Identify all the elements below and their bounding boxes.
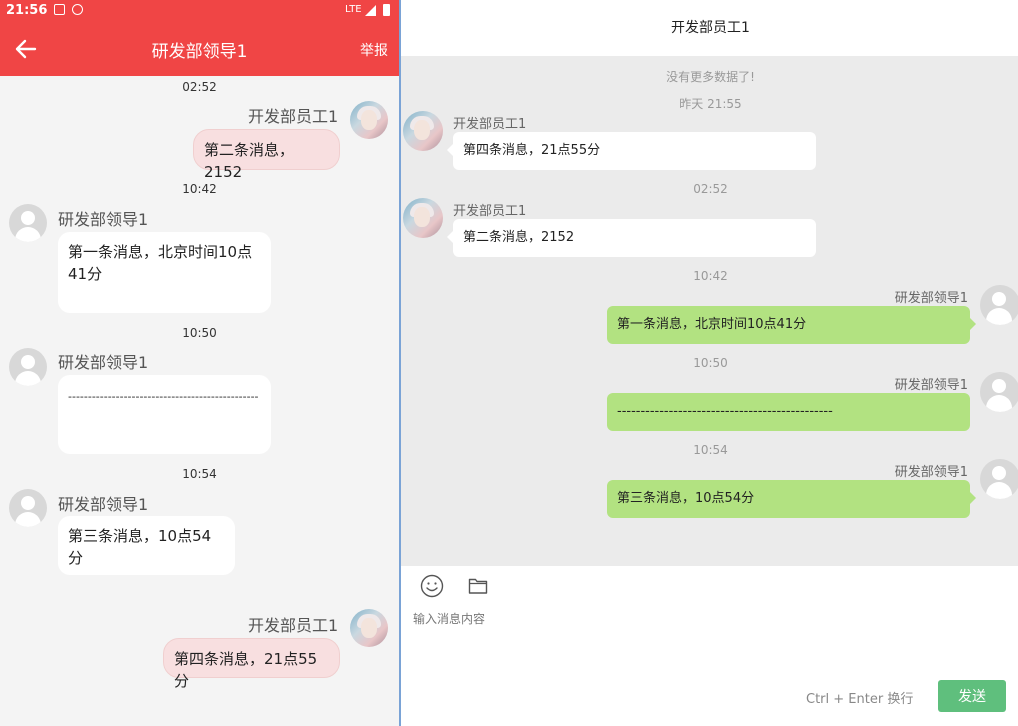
sender-name: 研发部领导1: [894, 465, 968, 480]
sender-name: 开发部员工1: [453, 204, 527, 219]
report-button[interactable]: 举报: [360, 40, 388, 60]
message-bubble[interactable]: 第一条消息，北京时间10点41分: [607, 306, 976, 344]
status-bar: 21:56 LTE: [0, 0, 399, 22]
message-timestamp: 02:52: [182, 80, 217, 94]
app-notification-icon: [72, 4, 83, 15]
desktop-chat-window: 开发部员工1 没有更多数据了! 昨天 21:55 开发部员工1 第四条消息，21…: [399, 0, 1018, 726]
message-timestamp: 10:50: [693, 356, 728, 370]
message-bubble[interactable]: ----------------------------------------…: [58, 375, 271, 454]
avatar[interactable]: [980, 459, 1018, 499]
sender-name: 研发部领导1: [58, 495, 149, 514]
message-input[interactable]: [413, 610, 1003, 690]
app-bar: 研发部领导1 举报: [0, 22, 399, 76]
message-bubble[interactable]: ----------------------------------------…: [607, 393, 970, 431]
message-bubble[interactable]: 第二条消息，2152: [193, 129, 340, 181]
mobile-chat-screen: 21:56 LTE 研发部领导1 举报 02:52 开发部员工1 第二条消息，2…: [0, 0, 399, 726]
folder-icon[interactable]: [468, 577, 488, 595]
message-bubble[interactable]: 第一条消息，北京时间10点41分: [58, 232, 271, 313]
sender-name: 研发部领导1: [58, 353, 149, 372]
message-timestamp: 10:42: [693, 269, 728, 283]
avatar[interactable]: [350, 609, 388, 647]
sender-name: 研发部领导1: [58, 210, 149, 229]
sender-name: 研发部领导1: [894, 378, 968, 393]
message-timestamp: 10:50: [182, 326, 217, 340]
avatar[interactable]: [403, 111, 443, 151]
avatar[interactable]: [9, 348, 47, 386]
message-timestamp: 02:52: [693, 182, 728, 196]
message-composer: Ctrl + Enter 换行 发送: [401, 566, 1018, 726]
sender-name: 开发部员工1: [248, 616, 339, 635]
chat-header: 开发部员工1: [401, 0, 1018, 56]
network-label: LTE: [345, 4, 362, 15]
message-timestamp: 10:54: [182, 467, 217, 481]
message-timestamp: 昨天 21:55: [679, 97, 742, 111]
chat-title: 研发部领导1: [151, 42, 248, 62]
message-bubble[interactable]: 第三条消息，10点54分: [607, 480, 976, 518]
chat-title: 开发部员工1: [671, 20, 750, 36]
avatar[interactable]: [350, 101, 388, 139]
avatar[interactable]: [9, 489, 47, 527]
message-bubble[interactable]: 第四条消息，21点55分: [447, 132, 816, 170]
sender-name: 研发部领导1: [894, 291, 968, 306]
sender-name: 开发部员工1: [248, 107, 339, 126]
message-bubble[interactable]: 第三条消息，10点54分: [58, 516, 235, 575]
sender-name: 开发部员工1: [453, 117, 527, 132]
signal-icon: [365, 5, 376, 16]
newline-hint: Ctrl + Enter 换行: [806, 692, 914, 707]
emoji-icon[interactable]: [420, 574, 444, 598]
message-timestamp: 10:54: [693, 443, 728, 457]
send-button[interactable]: 发送: [938, 680, 1006, 712]
avatar[interactable]: [980, 285, 1018, 325]
avatar[interactable]: [403, 198, 443, 238]
message-timestamp: 10:42: [182, 182, 217, 196]
message-bubble[interactable]: 第二条消息，2152: [447, 219, 816, 257]
battery-icon: [383, 4, 390, 16]
notification-icon: [54, 4, 65, 15]
message-bubble[interactable]: 第四条消息，21点55分: [163, 638, 340, 690]
no-more-data-label[interactable]: 没有更多数据了!: [401, 68, 1018, 85]
status-time: 21:56: [6, 3, 48, 18]
avatar[interactable]: [980, 372, 1018, 412]
avatar[interactable]: [9, 204, 47, 242]
